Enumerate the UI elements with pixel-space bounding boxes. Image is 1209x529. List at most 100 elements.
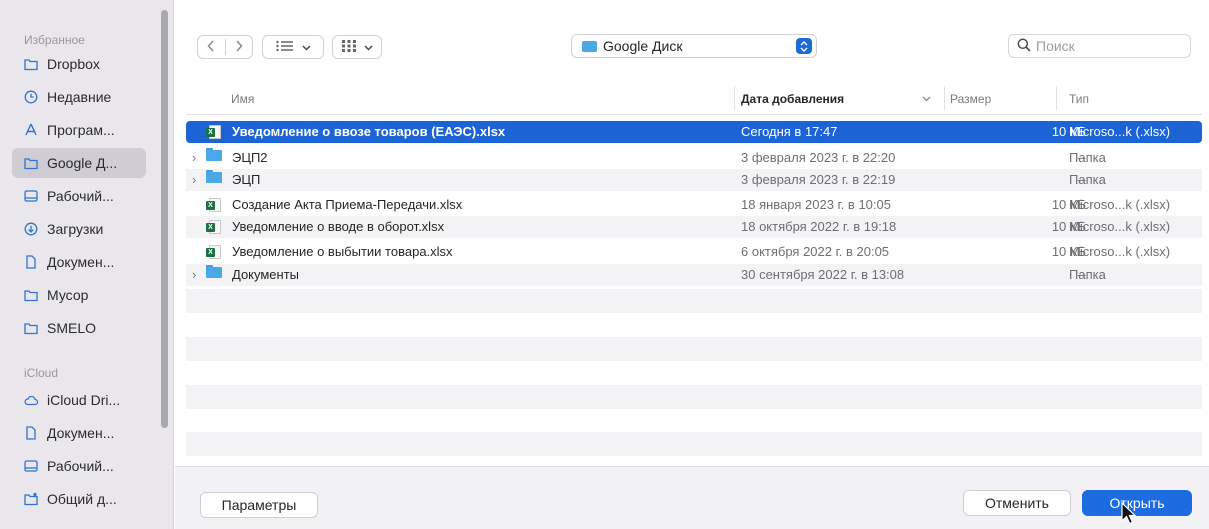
file-type: Microso...k (.xlsx) <box>1069 124 1171 139</box>
folder-icon <box>24 321 38 335</box>
column-header-size[interactable]: Размер <box>950 92 991 106</box>
search-input[interactable]: Поиск <box>1008 34 1191 58</box>
sidebar-item-recents[interactable]: Недавние <box>12 82 146 112</box>
search-placeholder: Поиск <box>1036 38 1075 54</box>
disclosure-chevron-icon[interactable]: › <box>192 264 202 286</box>
sidebar-item-icloud-desktop[interactable]: Рабочий... <box>12 451 146 481</box>
sidebar-item-dropbox[interactable]: Dropbox <box>12 49 146 79</box>
file-type: Папка <box>1069 150 1106 165</box>
empty-row <box>186 385 1202 409</box>
sidebar-item-label: Dropbox <box>47 56 100 72</box>
sidebar-item-applications[interactable]: Програм... <box>12 115 146 145</box>
back-forward-control[interactable] <box>197 35 253 59</box>
file-name: ЭЦП2 <box>232 150 268 165</box>
column-header-date[interactable]: Дата добавления <box>741 92 844 106</box>
sidebar-item-label: Рабочий... <box>47 188 114 204</box>
sidebar-item-label: Загрузки <box>47 221 104 237</box>
list-view-button[interactable] <box>262 35 324 59</box>
file-date: 18 января 2023 г. в 10:05 <box>741 197 891 212</box>
folder-icon <box>582 40 597 52</box>
file-type: Microso...k (.xlsx) <box>1069 219 1171 234</box>
mouse-cursor-icon <box>1121 502 1137 525</box>
sidebar-item-label: Докумен... <box>47 425 115 441</box>
sidebar: Избранное Dropbox Недавние Програм... Go… <box>0 0 174 529</box>
folder-row[interactable]: › ЭЦП2 3 февраля 2023 г. в 22:20 -- Папк… <box>186 147 1202 169</box>
sidebar-item-label: Общий д... <box>47 491 117 507</box>
sidebar-scrollbar[interactable] <box>161 10 168 428</box>
file-date: 3 февраля 2023 г. в 22:20 <box>741 150 896 165</box>
empty-row <box>186 432 1202 456</box>
folder-row[interactable]: › Документы 30 сентября 2022 г. в 13:08 … <box>186 264 1202 286</box>
sidebar-item-documents[interactable]: Докумен... <box>12 247 146 277</box>
sidebar-item-desktop[interactable]: Рабочий... <box>12 181 146 211</box>
sidebar-icloud-header: iCloud <box>24 366 59 380</box>
column-header-name[interactable]: Имя <box>231 92 254 106</box>
cloud-icon <box>24 393 38 407</box>
empty-row <box>186 289 1202 313</box>
back-icon[interactable] <box>198 39 225 55</box>
sidebar-item-label: iCloud Dri... <box>47 392 121 408</box>
sidebar-item-trash[interactable]: Мусор <box>12 280 146 310</box>
search-icon <box>1017 38 1036 55</box>
file-type: Папка <box>1069 267 1106 282</box>
file-name: Документы <box>232 267 300 282</box>
sidebar-item-google-drive[interactable]: Google Д... <box>12 148 146 178</box>
sort-chevron-icon[interactable] <box>922 91 931 105</box>
file-type: Microso...k (.xlsx) <box>1069 244 1171 259</box>
file-name: Уведомление о ввозе товаров (ЕАЭС).xlsx <box>232 124 506 139</box>
clock-icon <box>24 90 38 104</box>
folder-icon <box>24 288 38 302</box>
sidebar-item-label: Докумен... <box>47 254 115 270</box>
folder-icon <box>24 57 38 71</box>
sidebar-item-label: Рабочий... <box>47 458 114 474</box>
sidebar-item-downloads[interactable]: Загрузки <box>12 214 146 244</box>
folder-row[interactable]: › ЭЦП 3 февраля 2023 г. в 22:19 -- Папка <box>186 169 1202 191</box>
desktop-icon <box>24 459 38 473</box>
document-icon <box>24 426 38 440</box>
file-row[interactable]: X Уведомление о вводе в оборот.xlsx 18 о… <box>186 216 1202 238</box>
location-popup[interactable]: Google Диск <box>571 34 817 58</box>
chevron-down-icon <box>301 40 311 54</box>
folder-icon <box>24 156 38 170</box>
apps-icon <box>24 123 38 137</box>
column-header-type[interactable]: Тип <box>1069 92 1089 106</box>
disclosure-chevron-icon[interactable]: › <box>192 169 202 191</box>
chevron-down-icon <box>363 40 373 54</box>
forward-icon[interactable] <box>226 39 253 55</box>
file-row[interactable]: X Создание Акта Приема-Передачи.xlsx 18 … <box>186 194 1202 216</box>
sidebar-item-label: Мусор <box>47 287 89 303</box>
sidebar-item-label: Недавние <box>47 89 112 105</box>
file-row[interactable]: X Уведомление о ввозе товаров (ЕАЭС).xls… <box>186 121 1202 143</box>
sidebar-item-label: Програм... <box>47 122 115 138</box>
file-type: Microso...k (.xlsx) <box>1069 197 1171 212</box>
file-date: 6 октября 2022 г. в 20:05 <box>741 244 890 259</box>
list-view-icon <box>275 40 294 55</box>
sidebar-item-smelo[interactable]: SMELO <box>12 313 146 343</box>
sidebar-favorites-header: Избранное <box>24 33 85 47</box>
grid-icon <box>341 39 356 55</box>
download-icon <box>24 222 38 236</box>
location-label: Google Диск <box>603 38 683 54</box>
file-date: 3 февраля 2023 г. в 22:19 <box>741 172 896 187</box>
file-row[interactable]: X Уведомление о выбытии товара.xlsx 6 ок… <box>186 241 1202 263</box>
shared-folder-icon <box>24 492 38 506</box>
sidebar-item-icloud-drive[interactable]: iCloud Dri... <box>12 385 146 415</box>
options-button[interactable]: Параметры <box>200 492 318 518</box>
file-type: Папка <box>1069 172 1106 187</box>
desktop-icon <box>24 189 38 203</box>
sidebar-item-label: Google Д... <box>47 155 118 171</box>
file-date: 18 октября 2022 г. в 19:18 <box>741 219 897 234</box>
empty-row <box>186 337 1202 361</box>
file-name: ЭЦП <box>232 172 261 187</box>
updown-chevron-icon <box>796 38 812 54</box>
file-date: 30 сентября 2022 г. в 13:08 <box>741 267 905 282</box>
sidebar-item-label: SMELO <box>47 320 97 336</box>
sidebar-item-icloud-documents[interactable]: Докумен... <box>12 418 146 448</box>
group-view-button[interactable] <box>332 35 382 59</box>
sidebar-item-shared-folder[interactable]: Общий д... <box>12 484 146 514</box>
file-name: Уведомление о выбытии товара.xlsx <box>232 244 453 259</box>
cancel-button[interactable]: Отменить <box>963 490 1071 516</box>
document-icon <box>24 255 38 269</box>
disclosure-chevron-icon[interactable]: › <box>192 147 202 169</box>
file-name: Создание Акта Приема-Передачи.xlsx <box>232 197 463 212</box>
